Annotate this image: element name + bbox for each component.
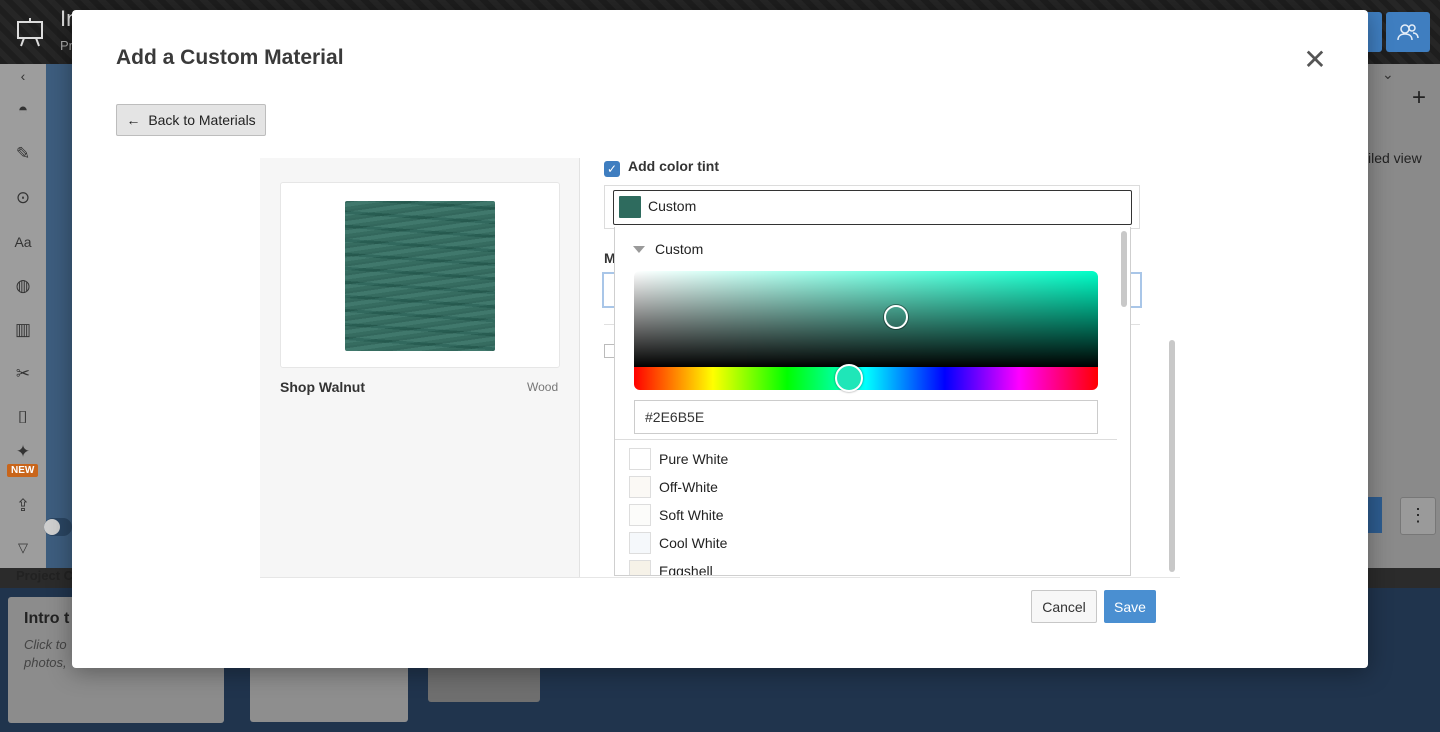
magic-wand-icon[interactable]: ✦ xyxy=(0,442,46,462)
project-section-label: Project C xyxy=(16,568,74,583)
cancel-button[interactable]: Cancel xyxy=(1031,590,1097,623)
swatch-option[interactable]: Cool White xyxy=(629,529,728,557)
save-button[interactable]: Save xyxy=(1104,590,1156,623)
close-icon[interactable]: ✕ xyxy=(1302,46,1328,74)
material-preview-card xyxy=(280,182,560,368)
color-picker-dropdown: Custom Pure White Off-White Soft White Cool… xyxy=(614,227,1131,576)
saturation-value-area[interactable] xyxy=(634,271,1098,367)
detailed-view-toggle[interactable]: iled view xyxy=(1368,150,1422,166)
right-action-button[interactable] xyxy=(1368,497,1382,533)
chevron-down-icon[interactable]: ⌄ xyxy=(1382,66,1394,83)
swatch-label: Eggshell xyxy=(659,563,713,576)
modal-title: Add a Custom Material xyxy=(116,46,344,69)
funnel-icon[interactable]: ▽ xyxy=(0,540,46,556)
app-sidebar: ‹ ◓ ✎ ⊙ Aa ◍ ▥ ✂ ⌷ ✦ NEW ⇪ ▽ xyxy=(0,64,46,568)
hue-slider-handle[interactable] xyxy=(835,364,863,392)
pane-scrollbar[interactable] xyxy=(1169,340,1175,572)
custom-group-header[interactable]: Custom xyxy=(633,241,703,257)
swatch-color-box xyxy=(629,560,651,575)
text-icon[interactable]: Aa xyxy=(0,234,46,250)
target-icon[interactable]: ⊙ xyxy=(0,188,46,208)
material-type: Wood xyxy=(527,380,559,394)
hex-color-input[interactable] xyxy=(634,400,1098,434)
canvas-area xyxy=(46,64,72,568)
new-badge: NEW xyxy=(7,464,39,477)
camera-icon[interactable]: ⌷ xyxy=(0,408,46,428)
shapes-icon[interactable]: ◓ xyxy=(0,100,46,120)
scissors-icon[interactable]: ✂ xyxy=(0,364,46,384)
preset-swatch-list: Pure White Off-White Soft White Cool White E… xyxy=(629,445,728,576)
swatch-color-box xyxy=(629,448,651,470)
swatch-color-box xyxy=(629,476,651,498)
plus-icon[interactable]: + xyxy=(1412,84,1426,112)
easel-icon xyxy=(14,16,46,48)
collapse-chevron-icon[interactable]: ‹ xyxy=(0,68,46,84)
tint-color-select[interactable]: Custom xyxy=(613,190,1132,225)
pen-icon[interactable]: ✎ xyxy=(0,144,46,164)
color-tint-checkbox[interactable]: ✓ xyxy=(604,161,620,177)
swatch-label: Cool White xyxy=(659,535,728,551)
upload-icon[interactable]: ⇪ xyxy=(0,496,46,516)
dropdown-scrollbar[interactable] xyxy=(1121,231,1127,307)
triangle-down-icon xyxy=(633,245,645,253)
back-button-label: Back to Materials xyxy=(148,112,256,128)
divider xyxy=(615,439,1117,440)
swatch-option[interactable]: Pure White xyxy=(629,445,728,473)
swatch-label: Off-White xyxy=(659,479,718,495)
material-preview-pane: Shop Walnut Wood xyxy=(260,158,580,577)
swatch-option[interactable]: Soft White xyxy=(629,501,728,529)
floorplan-thumbnail[interactable] xyxy=(250,660,408,722)
swatch-color-box xyxy=(629,504,651,526)
ruler-icon[interactable]: ▥ xyxy=(0,320,46,340)
swatch-label: Pure White xyxy=(659,451,729,467)
users-icon[interactable] xyxy=(1386,12,1430,52)
back-to-materials-button[interactable]: ← Back to Materials xyxy=(116,104,266,136)
selected-color-swatch xyxy=(619,196,641,218)
swatch-option[interactable]: Off-White xyxy=(629,473,728,501)
color-tint-label: Add color tint xyxy=(628,158,719,174)
swatch-option[interactable]: Eggshell xyxy=(629,557,728,576)
custom-group-label: Custom xyxy=(655,241,704,257)
zoom-slider-knob[interactable] xyxy=(44,519,60,535)
swatch-color-box xyxy=(629,532,651,554)
material-texture-preview xyxy=(345,201,495,351)
swatch-label: Soft White xyxy=(659,507,724,523)
palette-icon[interactable]: ◍ xyxy=(0,276,46,296)
intro-card-title: Intro t xyxy=(24,610,70,627)
saturation-value-handle[interactable] xyxy=(884,305,908,329)
tint-select-value: Custom xyxy=(648,198,697,214)
more-options-icon[interactable]: ⋮ xyxy=(1400,497,1436,535)
intro-card-text: Click to photos, xyxy=(24,637,67,670)
material-name: Shop Walnut xyxy=(280,379,366,395)
arrow-left-icon: ← xyxy=(126,112,141,128)
right-panel: ⌄ + xyxy=(1368,64,1440,568)
hue-slider[interactable] xyxy=(634,367,1098,390)
